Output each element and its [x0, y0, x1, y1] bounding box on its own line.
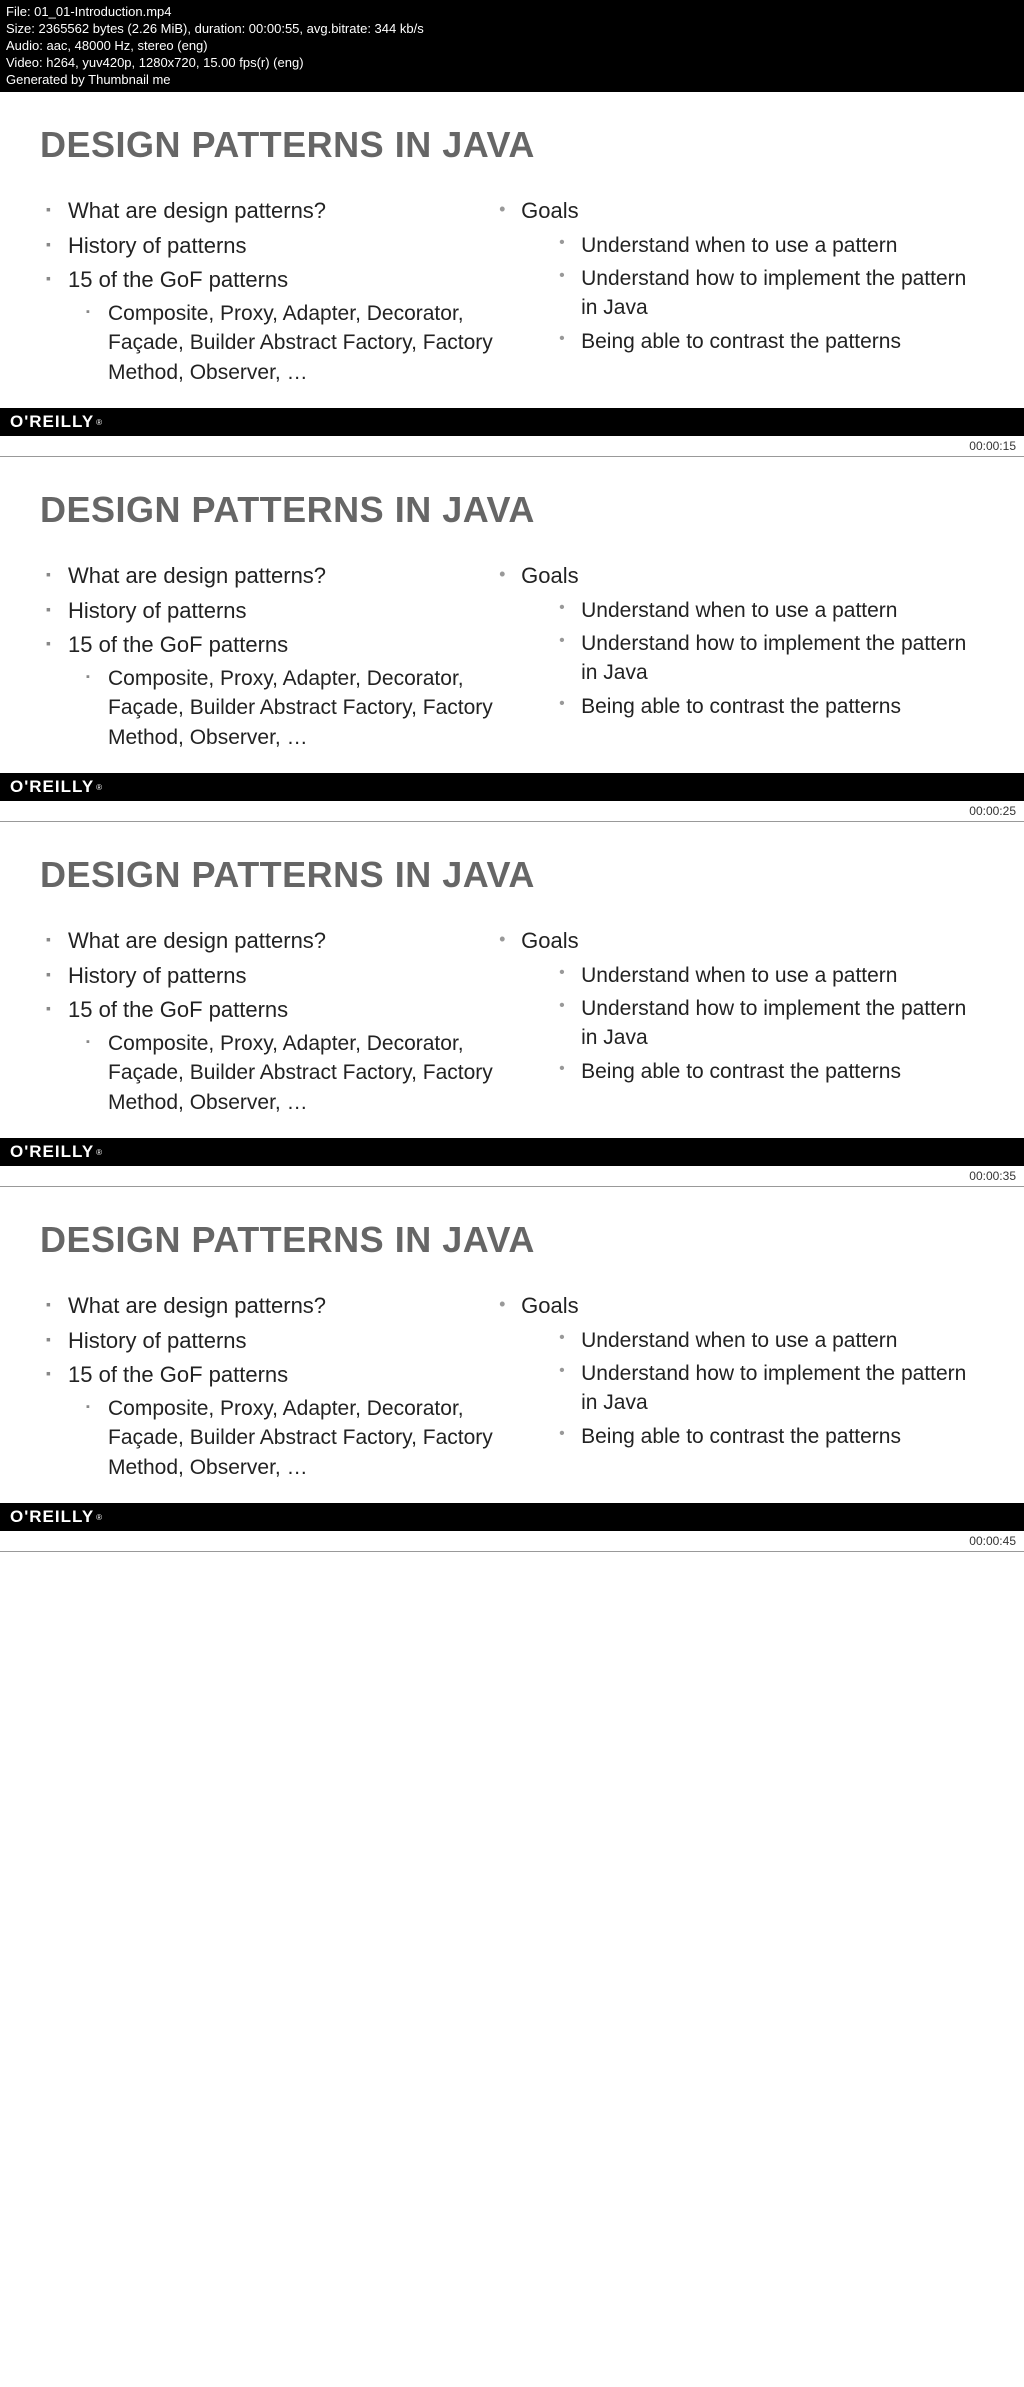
topic-item-label: 15 of the GoF patterns — [68, 1362, 288, 1387]
goals-heading: Goals Understand when to use a pattern U… — [493, 194, 984, 356]
goal-item: Understand how to implement the pattern … — [551, 994, 984, 1053]
topic-subitem: Composite, Proxy, Adapter, Decorator, Fa… — [78, 299, 493, 387]
slide-title: DESIGN PATTERNS IN JAVA — [40, 1219, 984, 1261]
slide-title: DESIGN PATTERNS IN JAVA — [40, 124, 984, 166]
meta-generated: Generated by Thumbnail me — [6, 72, 1018, 89]
slide-body: What are design patterns? History of pat… — [40, 559, 984, 751]
topic-item: What are design patterns? — [40, 194, 493, 228]
topic-item: What are design patterns? — [40, 559, 493, 593]
thumbnail-1: DESIGN PATTERNS IN JAVA What are design … — [0, 92, 1024, 457]
topic-item: 15 of the GoF patterns Composite, Proxy,… — [40, 1358, 493, 1482]
meta-size: Size: 2365562 bytes (2.26 MiB), duration… — [6, 21, 1018, 38]
brand-name: O'REILLY — [10, 777, 94, 797]
thumbnail-3: DESIGN PATTERNS IN JAVA What are design … — [0, 822, 1024, 1187]
topic-item-label: 15 of the GoF patterns — [68, 997, 288, 1022]
brand-footer: O'REILLY® — [0, 1503, 1024, 1531]
slide-frame: DESIGN PATTERNS IN JAVA What are design … — [0, 457, 1024, 801]
goal-item: Understand when to use a pattern — [551, 961, 984, 990]
video-metadata-header: File: 01_01-Introduction.mp4 Size: 23655… — [0, 0, 1024, 92]
goals-heading: Goals Understand when to use a pattern U… — [493, 559, 984, 721]
topic-item: 15 of the GoF patterns Composite, Proxy,… — [40, 628, 493, 752]
slide-title: DESIGN PATTERNS IN JAVA — [40, 854, 984, 896]
slide-frame: DESIGN PATTERNS IN JAVA What are design … — [0, 92, 1024, 436]
right-column: Goals Understand when to use a pattern U… — [493, 1289, 984, 1481]
slide-body: What are design patterns? History of pat… — [40, 924, 984, 1116]
goal-item: Being able to contrast the patterns — [551, 692, 984, 721]
timestamp: 00:00:15 — [0, 436, 1024, 456]
topic-item: 15 of the GoF patterns Composite, Proxy,… — [40, 263, 493, 387]
left-column: What are design patterns? History of pat… — [40, 924, 493, 1116]
meta-video: Video: h264, yuv420p, 1280x720, 15.00 fp… — [6, 55, 1018, 72]
slide-body: What are design patterns? History of pat… — [40, 1289, 984, 1481]
goal-item: Understand when to use a pattern — [551, 231, 984, 260]
topic-item: What are design patterns? — [40, 924, 493, 958]
goal-item: Understand how to implement the pattern … — [551, 629, 984, 688]
topic-item: 15 of the GoF patterns Composite, Proxy,… — [40, 993, 493, 1117]
slide-body: What are design patterns? History of pat… — [40, 194, 984, 386]
meta-file: File: 01_01-Introduction.mp4 — [6, 4, 1018, 21]
goal-item: Understand when to use a pattern — [551, 1326, 984, 1355]
left-column: What are design patterns? History of pat… — [40, 559, 493, 751]
registered-mark: ® — [96, 1148, 103, 1157]
goals-label: Goals — [521, 928, 578, 953]
topic-item: History of patterns — [40, 229, 493, 263]
brand-name: O'REILLY — [10, 1507, 94, 1527]
topic-subitem: Composite, Proxy, Adapter, Decorator, Fa… — [78, 1394, 493, 1482]
timestamp: 00:00:35 — [0, 1166, 1024, 1186]
thumbnail-2: DESIGN PATTERNS IN JAVA What are design … — [0, 457, 1024, 822]
topic-subitem: Composite, Proxy, Adapter, Decorator, Fa… — [78, 1029, 493, 1117]
goal-item: Being able to contrast the patterns — [551, 1057, 984, 1086]
goals-label: Goals — [521, 198, 578, 223]
brand-name: O'REILLY — [10, 412, 94, 432]
right-column: Goals Understand when to use a pattern U… — [493, 924, 984, 1116]
slide-title: DESIGN PATTERNS IN JAVA — [40, 489, 984, 531]
topic-subitem: Composite, Proxy, Adapter, Decorator, Fa… — [78, 664, 493, 752]
brand-footer: O'REILLY® — [0, 408, 1024, 436]
brand-name: O'REILLY — [10, 1142, 94, 1162]
goals-heading: Goals Understand when to use a pattern U… — [493, 924, 984, 1086]
brand-footer: O'REILLY® — [0, 773, 1024, 801]
right-column: Goals Understand when to use a pattern U… — [493, 559, 984, 751]
goals-heading: Goals Understand when to use a pattern U… — [493, 1289, 984, 1451]
goal-item: Being able to contrast the patterns — [551, 1422, 984, 1451]
topic-item: What are design patterns? — [40, 1289, 493, 1323]
goal-item: Understand when to use a pattern — [551, 596, 984, 625]
brand-footer: O'REILLY® — [0, 1138, 1024, 1166]
slide-frame: DESIGN PATTERNS IN JAVA What are design … — [0, 822, 1024, 1166]
timestamp: 00:00:25 — [0, 801, 1024, 821]
topic-item-label: 15 of the GoF patterns — [68, 632, 288, 657]
right-column: Goals Understand when to use a pattern U… — [493, 194, 984, 386]
slide-frame: DESIGN PATTERNS IN JAVA What are design … — [0, 1187, 1024, 1531]
goals-label: Goals — [521, 1293, 578, 1318]
left-column: What are design patterns? History of pat… — [40, 1289, 493, 1481]
goal-item: Being able to contrast the patterns — [551, 327, 984, 356]
goal-item: Understand how to implement the pattern … — [551, 1359, 984, 1418]
meta-audio: Audio: aac, 48000 Hz, stereo (eng) — [6, 38, 1018, 55]
topic-item: History of patterns — [40, 1324, 493, 1358]
topic-item-label: 15 of the GoF patterns — [68, 267, 288, 292]
timestamp: 00:00:45 — [0, 1531, 1024, 1551]
registered-mark: ® — [96, 783, 103, 792]
goal-item: Understand how to implement the pattern … — [551, 264, 984, 323]
registered-mark: ® — [96, 1513, 103, 1522]
goals-label: Goals — [521, 563, 578, 588]
thumbnail-4: DESIGN PATTERNS IN JAVA What are design … — [0, 1187, 1024, 1552]
topic-item: History of patterns — [40, 594, 493, 628]
left-column: What are design patterns? History of pat… — [40, 194, 493, 386]
topic-item: History of patterns — [40, 959, 493, 993]
registered-mark: ® — [96, 418, 103, 427]
